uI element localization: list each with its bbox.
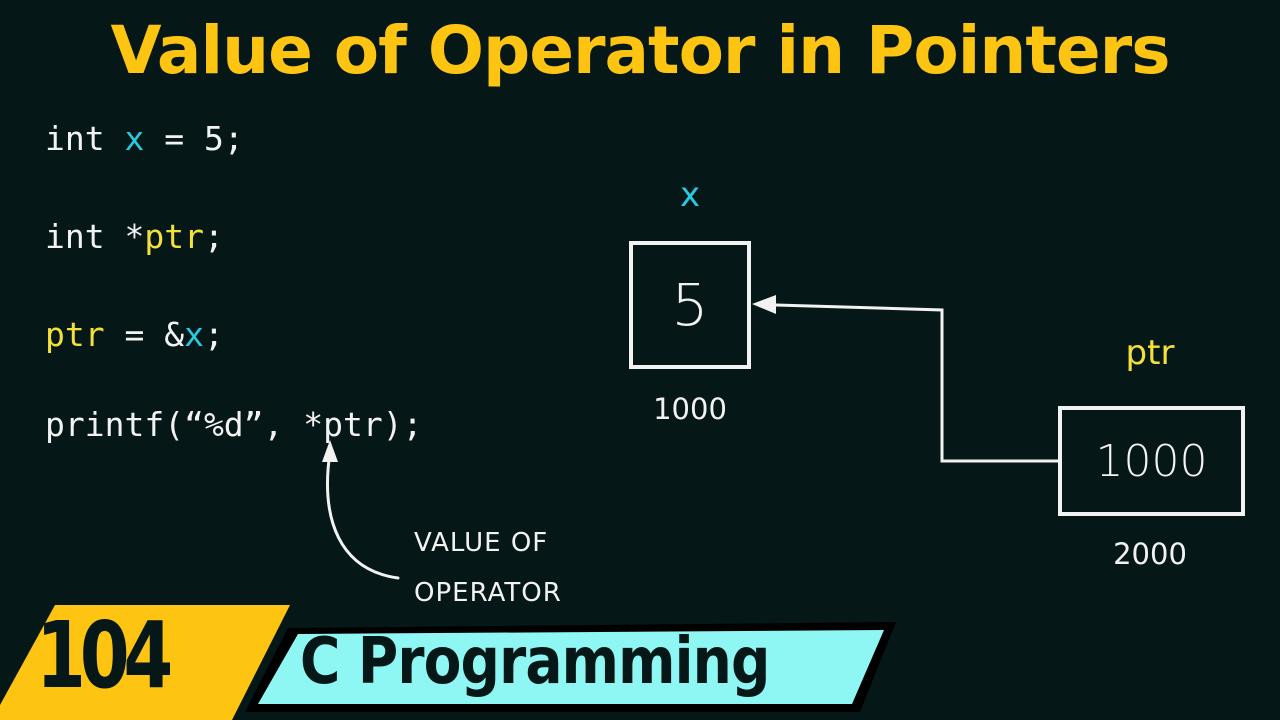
badge-shapes xyxy=(0,605,896,720)
course-name: C Programming xyxy=(300,625,770,699)
episode-number: 104 xyxy=(36,602,173,709)
